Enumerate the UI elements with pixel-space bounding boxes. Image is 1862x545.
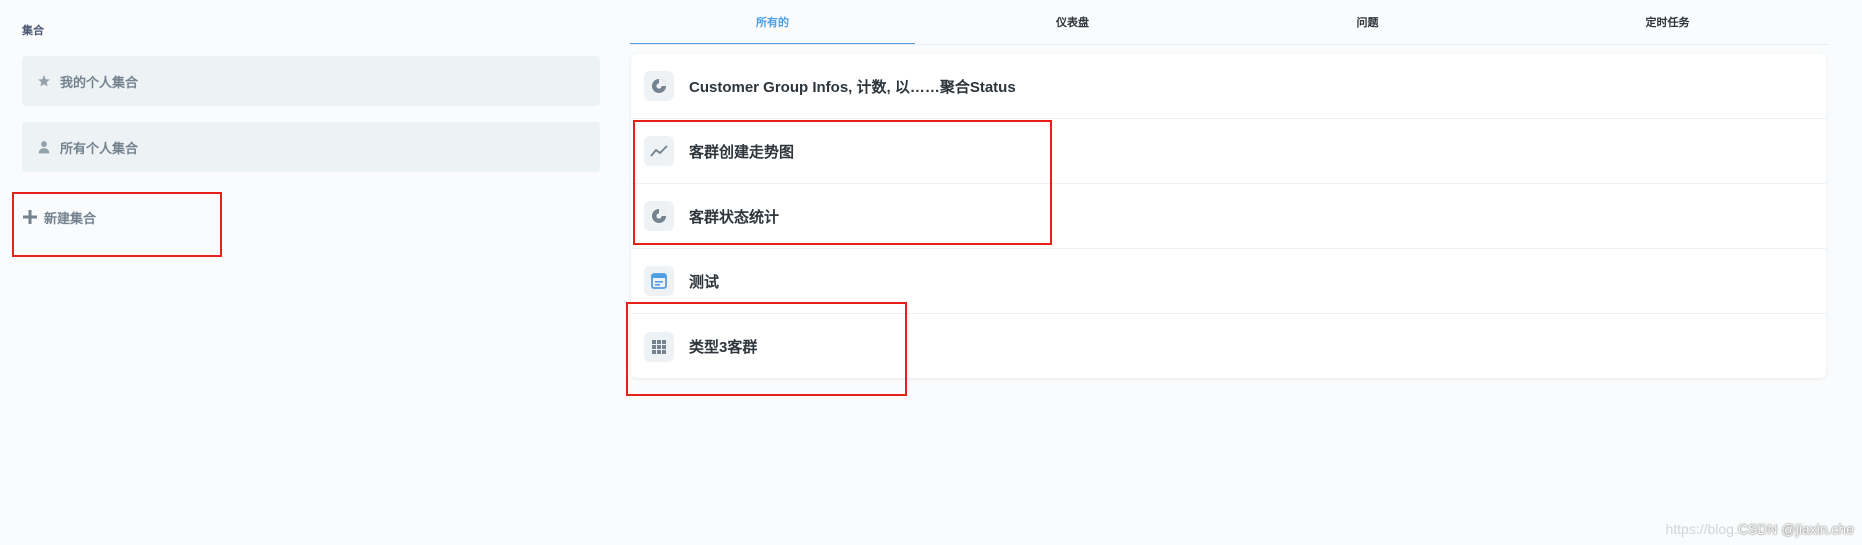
person-icon [36,139,52,155]
tab-dashboards[interactable]: 仪表盘 [930,0,1215,43]
pie-chart-icon [644,71,674,101]
all-personal-collections[interactable]: 所有个人集合 [22,122,600,172]
my-personal-collection-label: 我的个人集合 [60,74,139,90]
all-personal-collections-label: 所有个人集合 [60,140,139,156]
annotation-box-new-collection [12,192,222,257]
watermark-faded-text: https://blog. [1665,521,1738,537]
collections-title: 集合 [22,25,44,37]
tab-pulses[interactable]: 定时任务 [1525,0,1810,43]
watermark-text: CSDN @jiaxin.che [1737,521,1854,537]
dashboard-icon [644,266,674,296]
tab-questions[interactable]: 问题 [1225,0,1510,43]
watermark: https://blog.CSDN @jiaxin.che [1665,521,1854,537]
annotation-box-customer-group-items [633,120,1052,245]
item-title: Customer Group Infos, 计数, 以……聚合Status [689,78,1016,96]
tab-bar: 所有的 仪表盘 问题 定时任务 [630,0,1828,45]
tab-all[interactable]: 所有的 [630,0,915,44]
item-title: 测试 [689,273,720,291]
annotation-box-type3-item [626,302,907,396]
my-personal-collection[interactable]: 我的个人集合 [22,56,600,106]
list-item[interactable]: Customer Group Infos, 计数, 以……聚合Status [631,54,1826,119]
star-icon [36,73,52,89]
